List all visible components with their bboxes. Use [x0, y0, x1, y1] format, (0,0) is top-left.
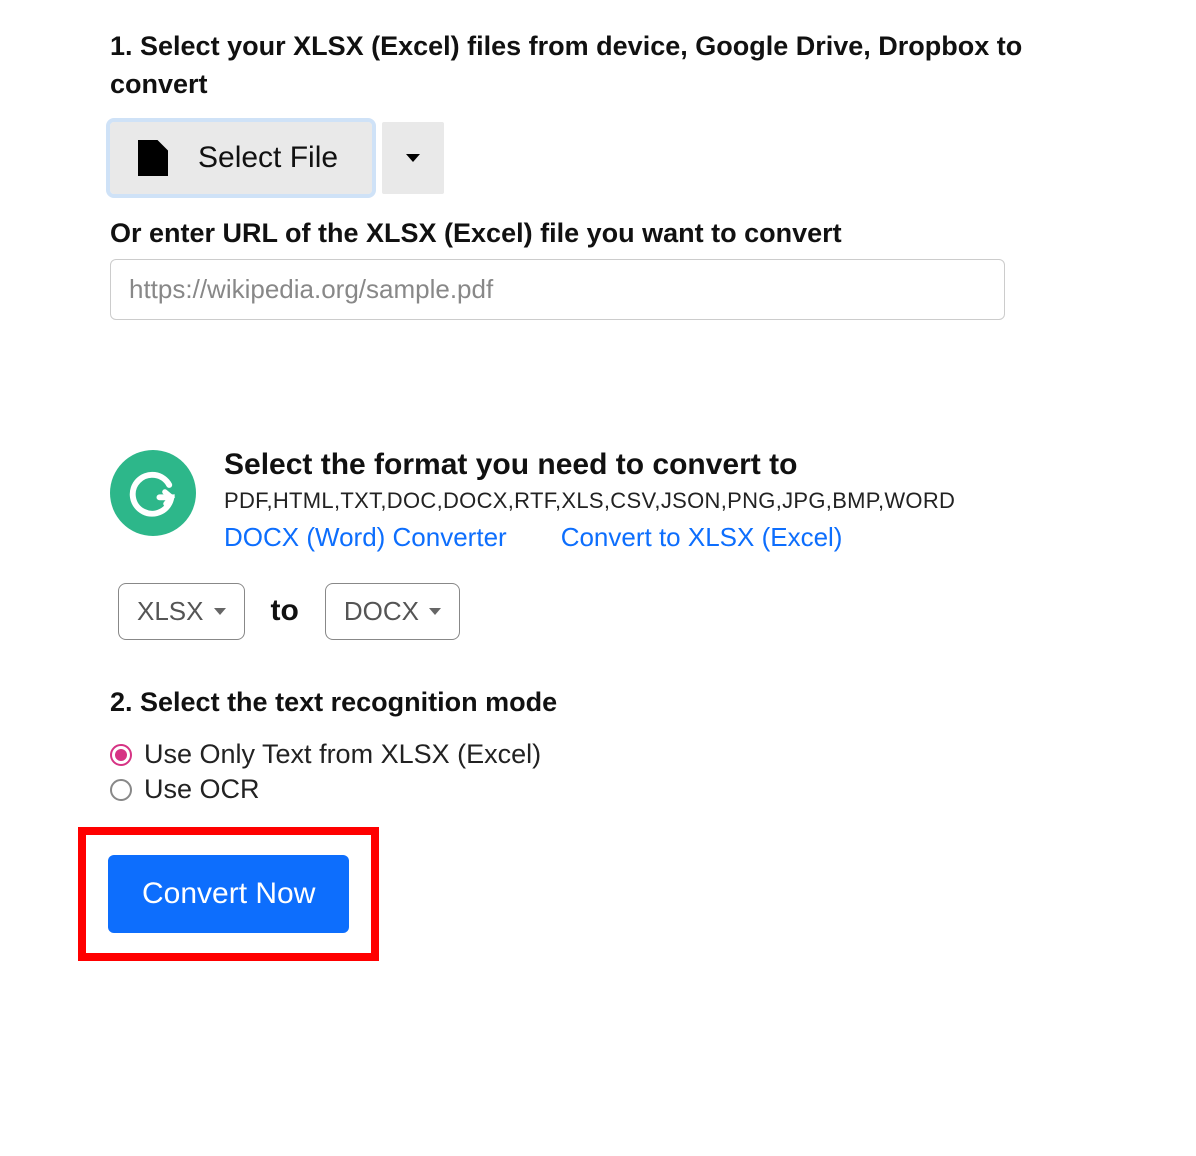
radio-icon — [110, 744, 132, 766]
to-format-value: DOCX — [344, 596, 419, 627]
from-format-select[interactable]: XLSX — [118, 583, 245, 640]
radio-option-text-only[interactable]: Use Only Text from XLSX (Excel) — [110, 739, 1086, 770]
radio-label: Use OCR — [144, 774, 260, 805]
convert-to-xlsx-link[interactable]: Convert to XLSX (Excel) — [561, 522, 843, 553]
format-conversion-row: XLSX to DOCX — [118, 583, 1086, 640]
chevron-down-icon — [406, 154, 420, 162]
to-format-select[interactable]: DOCX — [325, 583, 460, 640]
radio-option-ocr[interactable]: Use OCR — [110, 774, 1086, 805]
step1-heading: 1. Select your XLSX (Excel) files from d… — [110, 28, 1086, 104]
url-input[interactable] — [110, 259, 1005, 320]
format-list: PDF,HTML,TXT,DOC,DOCX,RTF,XLS,CSV,JSON,P… — [224, 488, 1086, 514]
format-title: Select the format you need to convert to — [224, 448, 1086, 482]
from-format-value: XLSX — [137, 596, 204, 627]
select-file-button[interactable]: Select File — [110, 122, 372, 194]
step2-heading: 2. Select the text recognition mode — [110, 684, 1086, 722]
radio-label: Use Only Text from XLSX (Excel) — [144, 739, 541, 770]
chevron-down-icon — [429, 608, 441, 615]
text-recognition-group: Use Only Text from XLSX (Excel) Use OCR — [110, 739, 1086, 805]
url-label: Or enter URL of the XLSX (Excel) file yo… — [110, 218, 1086, 249]
file-icon — [138, 140, 168, 176]
convert-now-button[interactable]: Convert Now — [108, 855, 349, 933]
format-section: Select the format you need to convert to… — [110, 448, 1086, 553]
select-file-label: Select File — [198, 141, 338, 175]
to-label: to — [271, 594, 299, 628]
radio-icon — [110, 779, 132, 801]
convert-highlight-box: Convert Now — [78, 827, 379, 961]
chevron-down-icon — [214, 608, 226, 615]
file-source-dropdown[interactable] — [382, 122, 444, 194]
file-select-row: Select File — [110, 122, 1086, 194]
docx-converter-link[interactable]: DOCX (Word) Converter — [224, 522, 507, 553]
grammarly-icon — [110, 450, 196, 536]
